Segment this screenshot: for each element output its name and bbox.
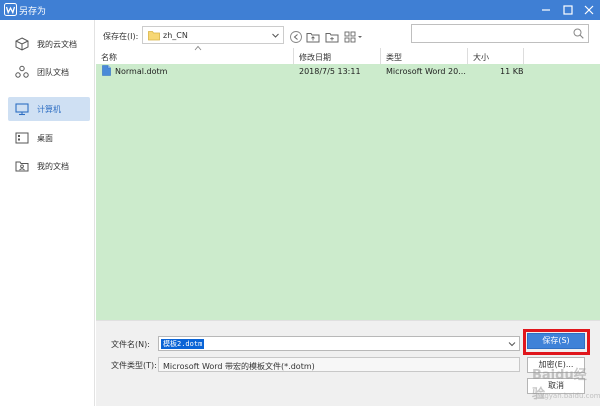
filename-field[interactable]: 模板2.dotm <box>158 336 520 351</box>
sidebar-item-label: 我的文档 <box>37 162 69 171</box>
file-type: Microsoft Word 20... <box>386 67 466 76</box>
filetype-value: Microsoft Word 带宏的模板文件(*.dotm) <box>163 362 315 371</box>
cloud-cube-icon <box>15 37 29 51</box>
filename-label: 文件名(N): <box>111 340 150 349</box>
save-in-label: 保存在(I): <box>103 32 139 41</box>
column-header-label: 修改日期 <box>299 53 331 62</box>
folder-icon <box>148 31 160 41</box>
up-folder-icon[interactable] <box>306 30 320 44</box>
sidebar-item-team-docs[interactable]: 团队文档 <box>8 60 90 84</box>
view-menu-icon[interactable] <box>344 30 364 44</box>
minimize-icon[interactable] <box>539 3 553 17</box>
location-value: zh_CN <box>163 31 188 40</box>
window-title: 另存为 <box>19 7 47 17</box>
sidebar-item-my-documents[interactable]: 我的文档 <box>8 154 90 178</box>
table-row[interactable]: Normal.dotm 2018/7/5 13:11 Microsoft Wor… <box>96 64 600 78</box>
filetype-label: 文件类型(T): <box>111 361 157 370</box>
back-icon[interactable] <box>289 30 303 44</box>
word-template-file-icon <box>102 65 111 76</box>
file-size: 11 KB <box>500 67 524 76</box>
column-header-size[interactable]: 大小 <box>468 48 524 64</box>
file-list: 名称 修改日期 类型 大小 Normal.dotm 2018/7/5 13:11… <box>96 45 600 320</box>
search-input[interactable] <box>411 24 589 43</box>
wps-logo-icon <box>4 3 17 16</box>
column-header-name[interactable]: 名称 <box>96 45 294 64</box>
baidu-watermark: Baidu经验 jingyan.baidu.com <box>532 364 600 404</box>
monitor-icon <box>15 103 29 116</box>
close-icon[interactable] <box>582 3 596 17</box>
filename-value: 模板2.dotm <box>161 339 205 349</box>
list-highlight-area <box>96 64 600 320</box>
my-documents-icon <box>15 161 29 172</box>
title-bar: 另存为 <box>0 0 600 20</box>
search-icon[interactable] <box>573 28 584 39</box>
file-modified: 2018/7/5 13:11 <box>299 67 361 76</box>
chevron-down-icon <box>272 33 279 38</box>
team-icon <box>15 65 29 78</box>
column-header-modified[interactable]: 修改日期 <box>294 48 381 64</box>
column-header-type[interactable]: 类型 <box>381 48 468 64</box>
sidebar: 我的云文档 团队文档 计算机 桌面 我的文档 <box>0 20 95 406</box>
column-header-label: 名称 <box>101 53 117 62</box>
new-folder-icon[interactable] <box>325 30 339 44</box>
column-header-label: 大小 <box>473 53 489 62</box>
sidebar-item-computer[interactable]: 计算机 <box>8 97 90 121</box>
sidebar-item-cloud-docs[interactable]: 我的云文档 <box>8 32 90 56</box>
save-button-highlight <box>523 329 590 355</box>
sidebar-item-desktop[interactable]: 桌面 <box>8 126 90 150</box>
sort-ascending-icon <box>194 45 202 51</box>
location-dropdown[interactable]: zh_CN <box>142 26 284 44</box>
sidebar-item-label: 桌面 <box>37 134 53 143</box>
watermark-site: jingyan.baidu.com <box>536 392 600 400</box>
file-name: Normal.dotm <box>115 67 168 76</box>
sidebar-item-label: 计算机 <box>37 105 61 114</box>
desktop-icon <box>15 132 29 144</box>
maximize-icon[interactable] <box>561 3 575 17</box>
sidebar-item-label: 团队文档 <box>37 68 69 77</box>
save-form: 文件名(N): 模板2.dotm 文件类型(T): Microsoft Word… <box>96 320 600 406</box>
sidebar-item-label: 我的云文档 <box>37 40 77 49</box>
column-header-label: 类型 <box>386 53 402 62</box>
filetype-select[interactable]: Microsoft Word 带宏的模板文件(*.dotm) <box>158 357 520 372</box>
chevron-down-icon[interactable] <box>508 340 516 348</box>
